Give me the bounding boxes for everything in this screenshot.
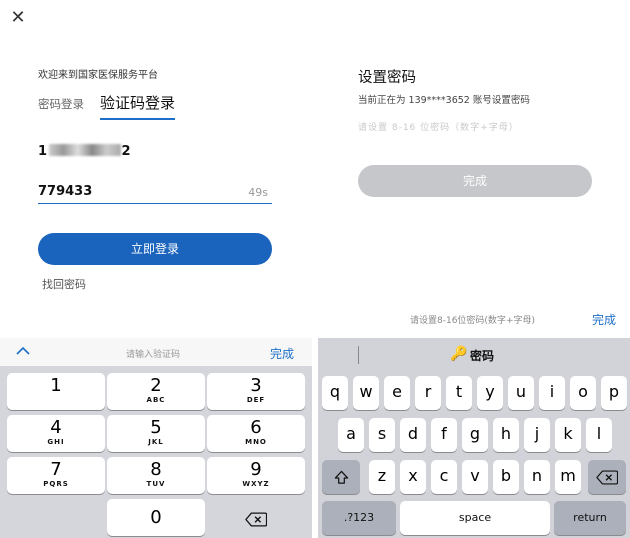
key-s[interactable]: s: [369, 418, 395, 452]
key-f[interactable]: f: [431, 418, 457, 452]
key-h[interactable]: h: [493, 418, 519, 452]
phone-mask: [48, 144, 121, 156]
tab-code-login[interactable]: 验证码登录: [100, 92, 176, 120]
numeric-keyboard-toolbar: 请输入验证码 完成: [0, 338, 312, 366]
backspace-key[interactable]: [207, 501, 305, 538]
keyboard-password-label: 密码: [470, 349, 495, 363]
shift-icon: [334, 470, 348, 484]
welcome-text: 欢迎来到国家医保服务平台: [38, 70, 158, 81]
key-letters: TUV: [146, 480, 166, 488]
numeric-keyboard-placeholder: 请输入验证码: [126, 350, 181, 360]
key-letters: PQRS: [43, 480, 69, 488]
key-u[interactable]: u: [508, 376, 534, 410]
key-6[interactable]: 6 MNO: [207, 415, 305, 452]
key-digit: 9: [250, 459, 262, 480]
code-field[interactable]: 779433 49s: [38, 180, 272, 204]
key-x[interactable]: x: [400, 460, 426, 494]
key-letters: ABC: [146, 396, 166, 404]
key-p[interactable]: p: [601, 376, 627, 410]
key-q[interactable]: q: [322, 376, 348, 410]
shift-key[interactable]: [322, 460, 360, 494]
key-c[interactable]: c: [431, 460, 457, 494]
key-9[interactable]: 9 WXYZ: [207, 457, 305, 494]
key-l[interactable]: l: [586, 418, 612, 452]
key-0[interactable]: 0: [107, 499, 205, 536]
qwerty-keyboard-header: 🔑 密码: [318, 338, 630, 372]
key-j[interactable]: j: [524, 418, 550, 452]
phone-suffix: 2: [121, 144, 132, 159]
key-3[interactable]: 3 DEF: [207, 373, 305, 410]
key-digit: 6: [250, 417, 262, 438]
password-hint: 请设置8-16位密码(数字+字母): [410, 316, 535, 326]
delete-icon: [596, 470, 619, 485]
key-letters: GHI: [47, 438, 65, 446]
key-8[interactable]: 8 TUV: [107, 457, 205, 494]
key-k[interactable]: k: [555, 418, 581, 452]
code-timer: 49s: [248, 186, 268, 199]
key-digit: 5: [150, 417, 162, 438]
code-value: 779433: [38, 184, 93, 199]
phone-prefix: 1: [38, 144, 48, 159]
key-2[interactable]: 2 ABC: [107, 373, 205, 410]
numeric-keyboard: 请输入验证码 完成 1 2 ABC 3 DEF 4 GHI 5 JKL 6 MNO 7 PQ…: [0, 338, 312, 538]
key-digit: 7: [50, 459, 62, 480]
numbers-key[interactable]: .?123: [322, 501, 396, 535]
key-digit: 4: [50, 417, 62, 438]
numeric-keyboard-done[interactable]: 完成: [270, 345, 294, 362]
keyboard-hint-bar: 请设置8-16位密码(数字+字母) 完成: [322, 306, 630, 332]
key-n[interactable]: n: [524, 460, 550, 494]
forgot-password-link[interactable]: 找回密码: [42, 276, 86, 292]
key-digit: 0: [150, 507, 162, 528]
key-letters: JKL: [148, 438, 164, 446]
key-a[interactable]: a: [338, 418, 364, 452]
text-cursor: [358, 346, 359, 364]
backspace-icon: [245, 512, 267, 527]
tab-password-login[interactable]: 密码登录: [38, 96, 84, 112]
key-d[interactable]: d: [400, 418, 426, 452]
key-g[interactable]: g: [462, 418, 488, 452]
space-key[interactable]: space: [400, 501, 550, 535]
key-1[interactable]: 1: [7, 373, 105, 410]
hint-done-button[interactable]: 完成: [592, 311, 616, 328]
done-button[interactable]: 完成: [358, 165, 592, 197]
key-t[interactable]: t: [446, 376, 472, 410]
key-o[interactable]: o: [570, 376, 596, 410]
key-b[interactable]: b: [493, 460, 519, 494]
phone-field[interactable]: 12: [38, 144, 131, 159]
key-z[interactable]: z: [369, 460, 395, 494]
page-title: 设置密码: [358, 70, 416, 86]
return-key[interactable]: return: [554, 501, 626, 535]
key-w[interactable]: w: [353, 376, 379, 410]
key-letters: WXYZ: [242, 480, 270, 488]
key-e[interactable]: e: [384, 376, 410, 410]
key-5[interactable]: 5 JKL: [107, 415, 205, 452]
key-digit: 2: [150, 375, 162, 396]
key-letters: MNO: [245, 438, 267, 446]
key-r[interactable]: r: [415, 376, 441, 410]
key-i[interactable]: i: [539, 376, 565, 410]
key-digit: 8: [150, 459, 162, 480]
delete-key[interactable]: [588, 460, 626, 494]
key-4[interactable]: 4 GHI: [7, 415, 105, 452]
close-icon[interactable]: ✕: [8, 8, 28, 28]
key-v[interactable]: v: [462, 460, 488, 494]
login-button[interactable]: 立即登录: [38, 233, 272, 265]
key-digit: 1: [50, 375, 62, 396]
key-m[interactable]: m: [555, 460, 581, 494]
key-7[interactable]: 7 PQRS: [7, 457, 105, 494]
page-subtitle: 当前正在为 139****3652 账号设置密码: [358, 95, 530, 106]
password-input[interactable]: 请设置 8-16 位密码（数字+字母）: [358, 120, 519, 133]
key-digit: 3: [250, 375, 262, 396]
chevron-up-icon[interactable]: [16, 344, 30, 358]
key-icon: 🔑: [450, 346, 468, 362]
key-letters: DEF: [246, 396, 266, 404]
qwerty-keyboard: 🔑 密码 q w e r t y u i o p a s d f g h j k…: [318, 338, 630, 538]
key-y[interactable]: y: [477, 376, 503, 410]
